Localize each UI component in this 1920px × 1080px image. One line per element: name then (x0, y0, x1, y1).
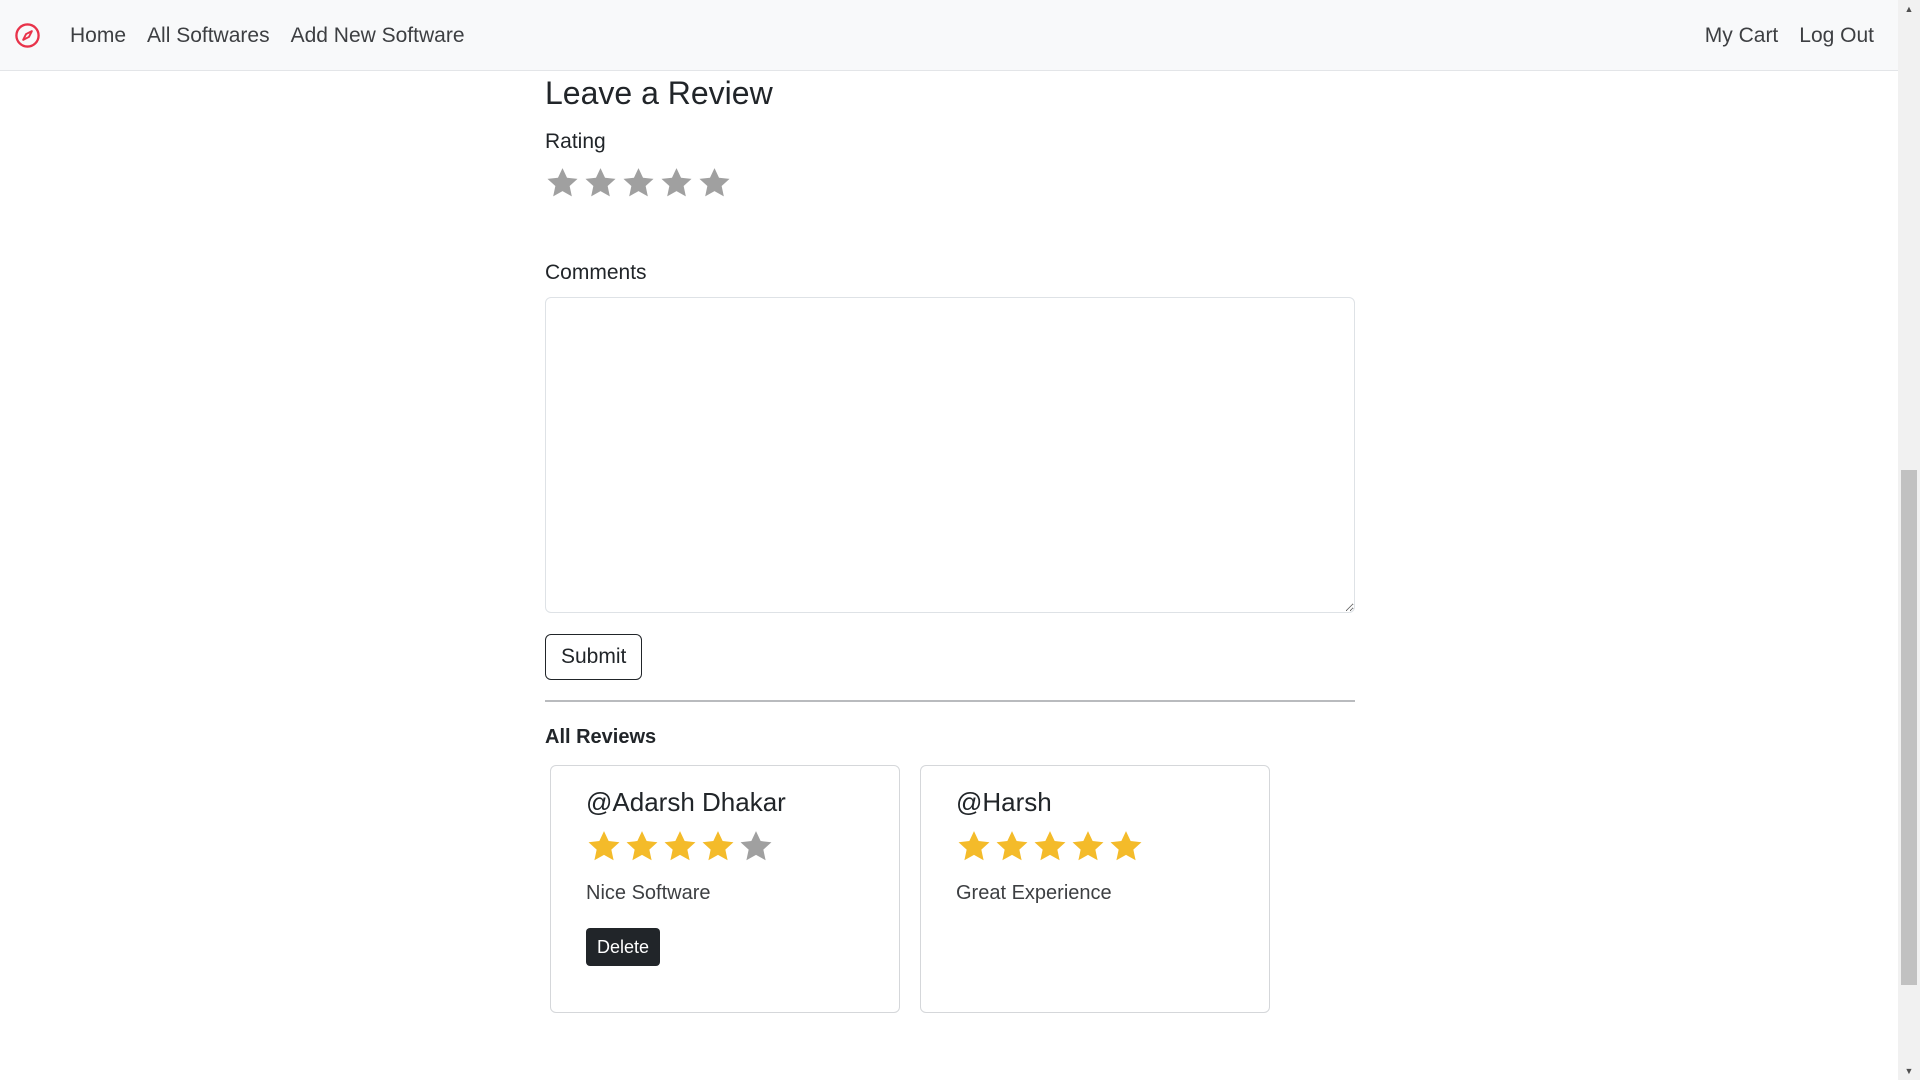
page-scrollbar[interactable]: ▲ ▼ (1898, 0, 1920, 1080)
star-empty-icon[interactable] (545, 165, 580, 200)
star-empty-icon[interactable] (659, 165, 694, 200)
review-username: @Harsh (956, 787, 1052, 817)
star-filled-icon (956, 828, 992, 864)
delete-review-button[interactable]: Delete (586, 928, 661, 966)
review-card: @Adarsh Dhakar Nice Software Delete (550, 765, 900, 1013)
star-empty-icon[interactable] (621, 165, 656, 200)
compass-icon[interactable] (14, 22, 41, 49)
star-filled-icon (700, 828, 736, 864)
rating-input[interactable] (545, 165, 1355, 200)
rating-label: Rating (545, 130, 606, 153)
star-filled-icon (662, 828, 698, 864)
nav-my-cart-link[interactable]: My Cart (1705, 24, 1779, 48)
star-filled-icon (1108, 828, 1144, 864)
review-rating (586, 828, 864, 864)
nav-left-links: Home All Softwares Add New Software (70, 0, 465, 71)
submit-button[interactable]: Submit (545, 634, 643, 680)
all-reviews-heading: All Reviews (545, 726, 657, 748)
nav-log-out-link[interactable]: Log Out (1799, 24, 1874, 48)
comments-textarea[interactable] (545, 297, 1355, 613)
star-empty-icon[interactable] (583, 165, 618, 200)
nav-home-link[interactable]: Home (70, 24, 126, 48)
comments-label: Comments (545, 261, 647, 284)
review-card: @Harsh Great Experience (920, 765, 1270, 1013)
star-filled-icon (624, 828, 660, 864)
star-filled-icon (586, 828, 622, 864)
nav-all-softwares-link[interactable]: All Softwares (147, 24, 270, 48)
star-empty-icon (738, 828, 774, 864)
nav-right-links: My Cart Log Out (1705, 0, 1874, 71)
review-rating (956, 828, 1234, 864)
section-divider (545, 700, 1355, 702)
scroll-down-arrow-icon[interactable]: ▼ (1898, 1062, 1920, 1080)
scrollbar-thumb[interactable] (1901, 470, 1917, 985)
review-username: @Adarsh Dhakar (586, 787, 786, 817)
top-navbar: Home All Softwares Add New Software My C… (0, 0, 1898, 71)
reviews-list: @Adarsh Dhakar Nice Software Delete @Har… (550, 765, 1355, 1013)
star-empty-icon[interactable] (697, 165, 732, 200)
review-comment: Great Experience (956, 882, 1112, 904)
review-comment: Nice Software (586, 882, 711, 904)
nav-add-new-software-link[interactable]: Add New Software (291, 24, 465, 48)
leave-review-title: Leave a Review (545, 75, 773, 111)
scroll-up-arrow-icon[interactable]: ▲ (1898, 0, 1920, 18)
review-content: Leave a Review Rating Comments Submit Al… (545, 71, 1355, 1013)
star-filled-icon (994, 828, 1030, 864)
star-filled-icon (1070, 828, 1106, 864)
star-filled-icon (1032, 828, 1068, 864)
